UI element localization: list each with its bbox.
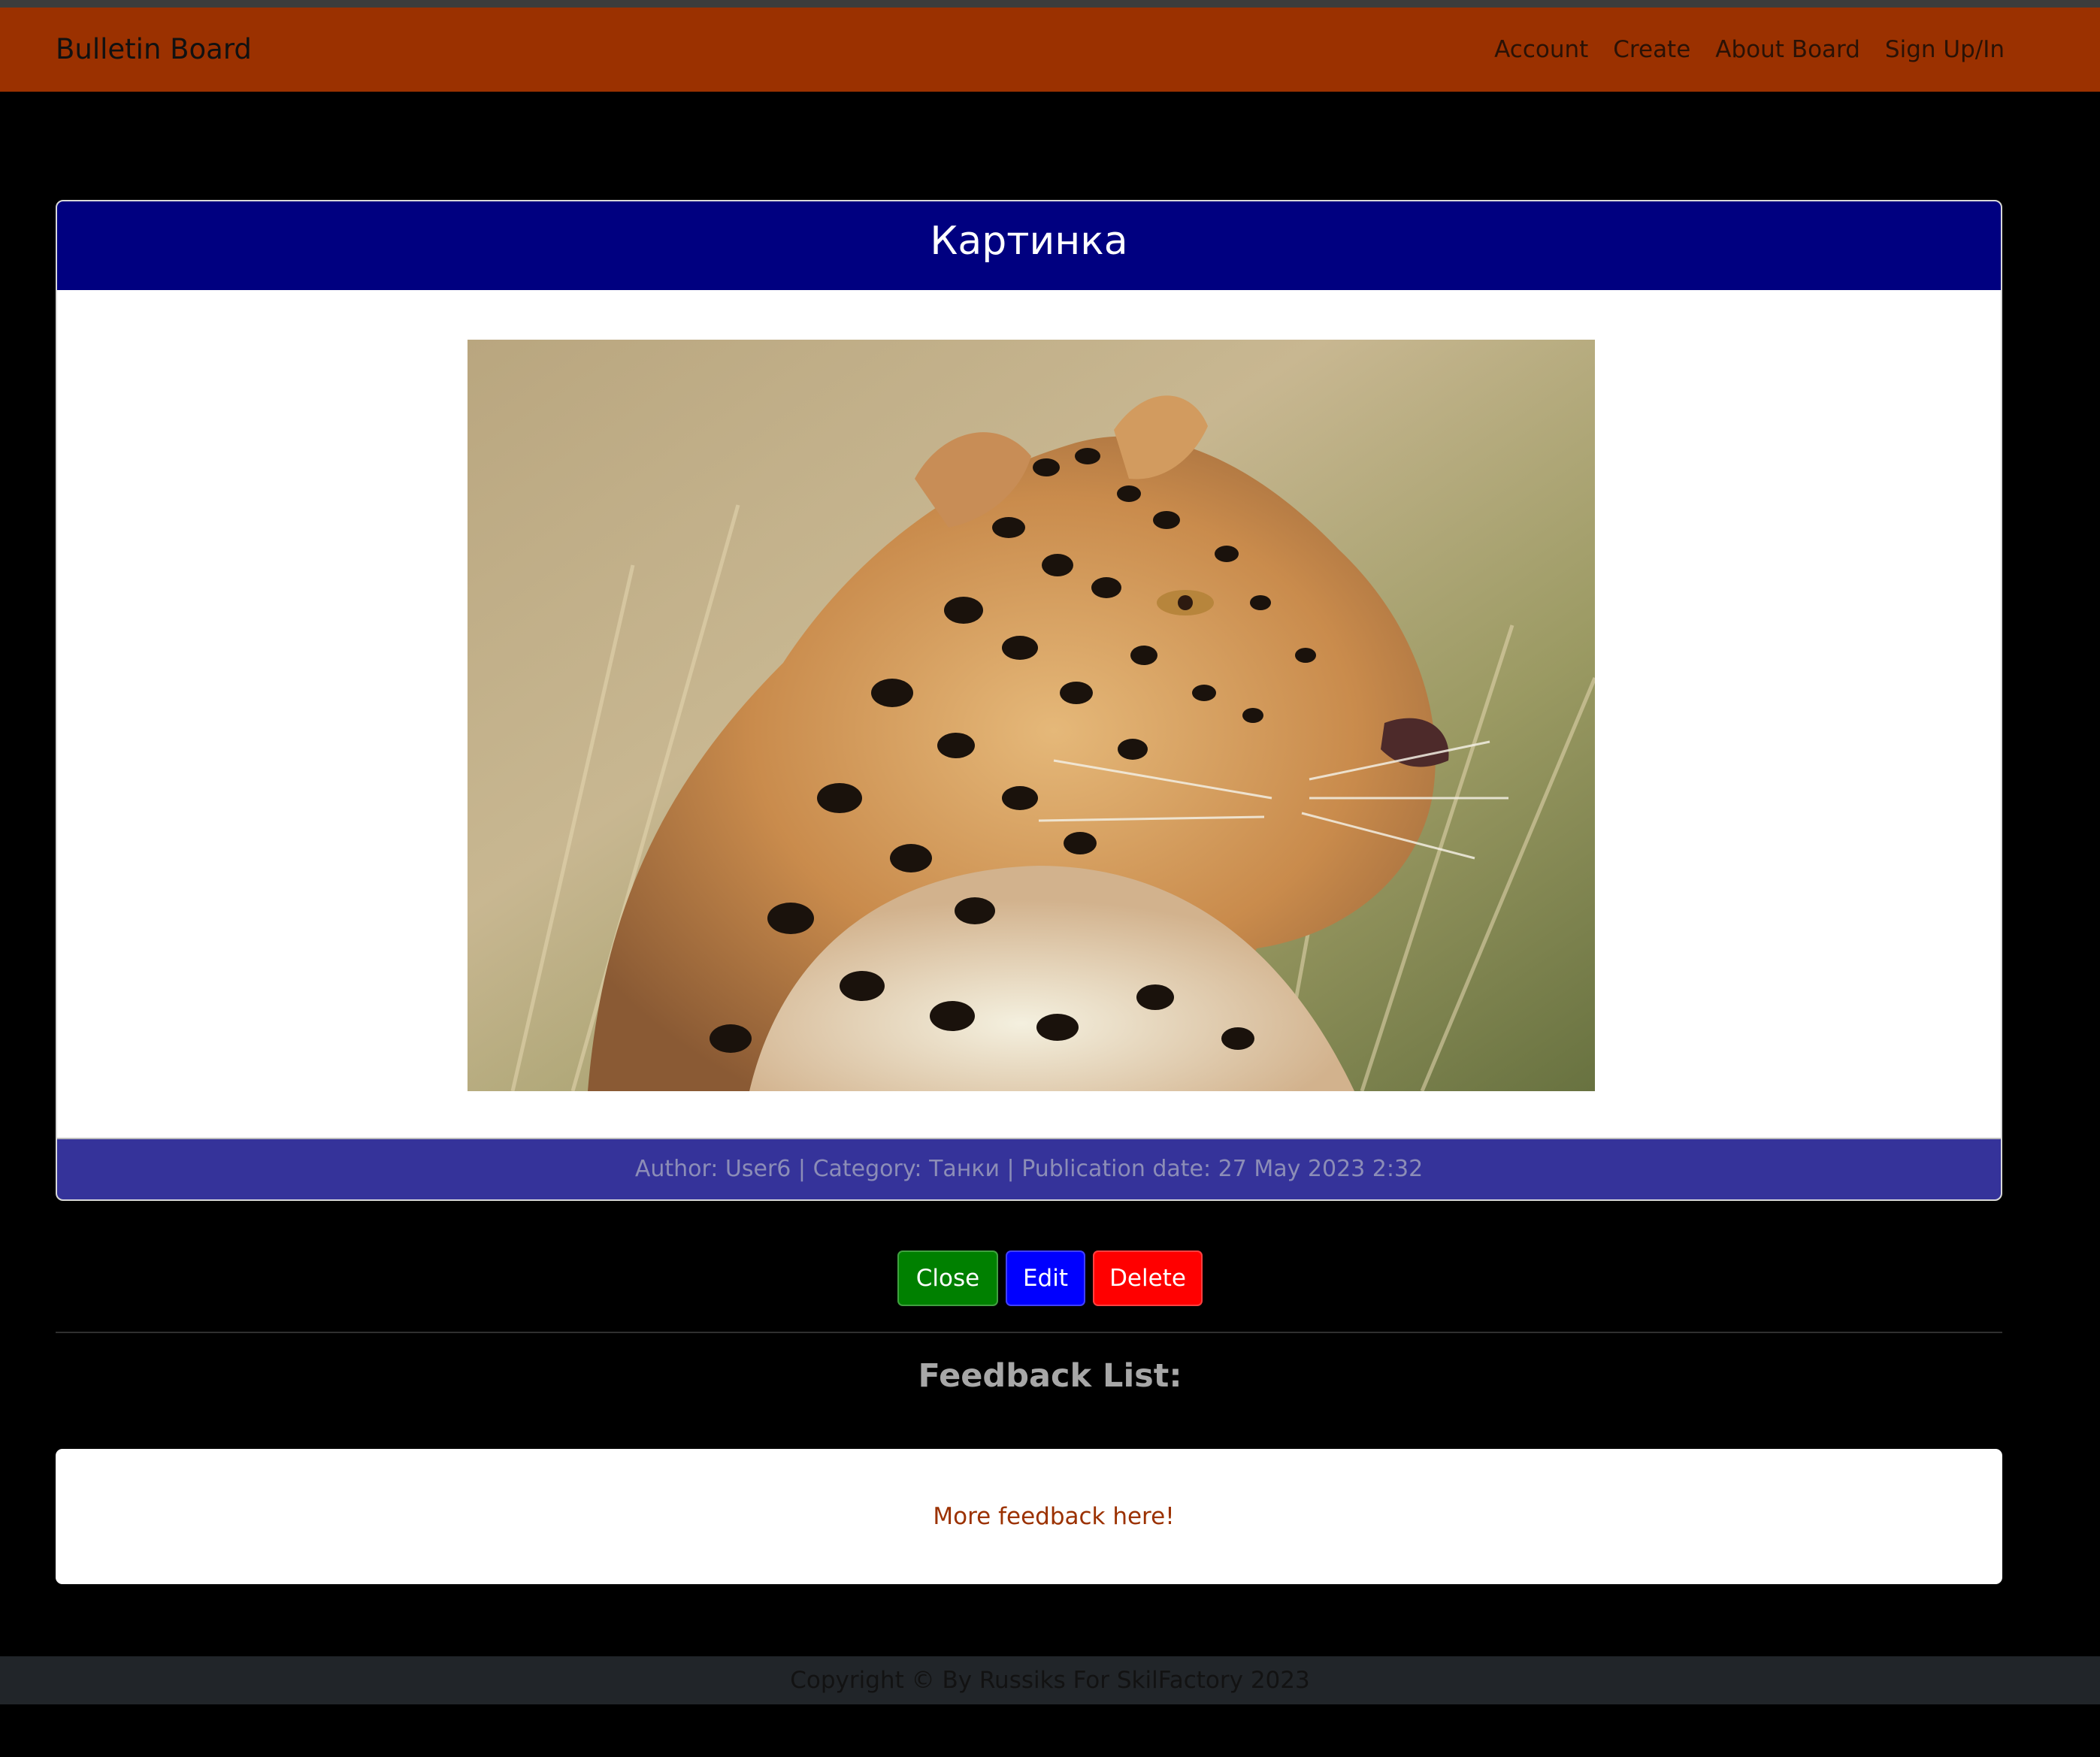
post-actions: Close Edit Delete: [0, 1250, 2100, 1308]
feedback-card: More feedback here!: [56, 1449, 2002, 1584]
edit-button[interactable]: Edit: [1006, 1250, 1085, 1306]
post-image: [468, 340, 1595, 1091]
nav-create[interactable]: Create: [1613, 36, 1690, 63]
post-body: [57, 290, 2001, 1199]
feedback-title: Feedback List:: [918, 1357, 1182, 1395]
section-divider: [56, 1332, 2002, 1333]
nav-sign-up-in[interactable]: Sign Up/In: [1885, 36, 2005, 63]
brand-link[interactable]: Bulletin Board: [56, 8, 252, 92]
nav-account[interactable]: Account: [1494, 36, 1588, 63]
close-button[interactable]: Close: [897, 1250, 998, 1306]
page-footer: Copyright © By Russiks For SkilFactory 2…: [0, 1656, 2100, 1704]
delete-button[interactable]: Delete: [1093, 1250, 1203, 1306]
post-card: Картинка Author: User6 | Category: Танки…: [56, 200, 2002, 1201]
window-top-border: [0, 0, 2100, 8]
more-feedback-link[interactable]: More feedback here!: [56, 1449, 2002, 1584]
nav-about-board[interactable]: About Board: [1715, 36, 1860, 63]
leopard-photo: [468, 340, 1595, 1091]
post-meta: Author: User6 | Category: Танки | Public…: [57, 1138, 2001, 1199]
nav-links: Account Create About Board Sign Up/In: [1494, 8, 2005, 92]
post-title: Картинка: [57, 201, 2001, 290]
top-navbar: Bulletin Board Account Create About Boar…: [0, 8, 2100, 92]
